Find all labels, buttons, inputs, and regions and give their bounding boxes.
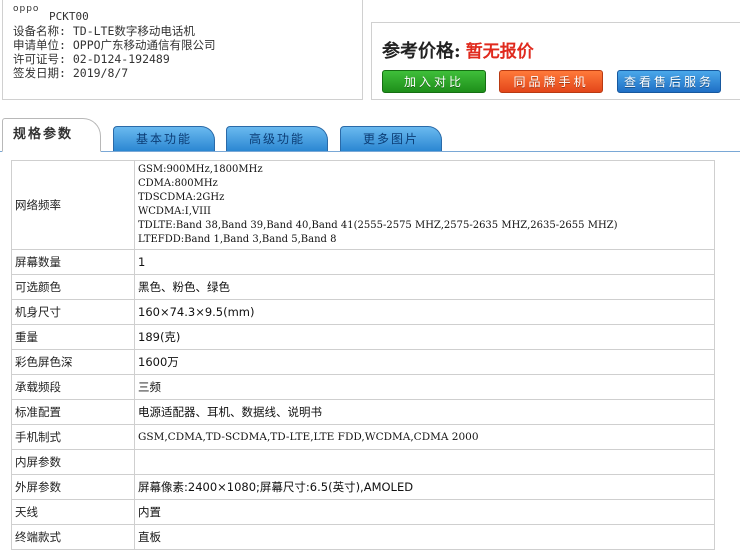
spec-value: 160×74.3×9.5(mm) xyxy=(134,299,715,325)
spec-value: 内置 xyxy=(134,499,715,525)
spec-value xyxy=(134,449,715,475)
price-panel: 参考价格: 暂无报价 加入对比 同品牌手机 查看售后服务 xyxy=(371,22,740,100)
network-line: TDLTE:Band 38,Band 39,Band 40,Band 41(25… xyxy=(138,220,618,231)
table-row: 外屏参数 屏幕像素:2400×1080;屏幕尺寸:6.5(英寸),AMOLED xyxy=(11,474,715,500)
spec-label: 机身尺寸 xyxy=(11,299,135,325)
spec-label: 终端款式 xyxy=(11,524,135,550)
tab-advanced-features[interactable]: 高级功能 xyxy=(226,126,328,151)
add-to-compare-button[interactable]: 加入对比 xyxy=(382,70,486,93)
spec-label: 标准配置 xyxy=(11,399,135,425)
spec-value: 1 xyxy=(134,249,715,275)
table-row: 标准配置 电源适配器、耳机、数据线、说明书 xyxy=(11,399,715,425)
model-code: PCKT00 xyxy=(49,10,89,23)
spec-label: 外屏参数 xyxy=(11,474,135,500)
device-info-lines: 设备名称: TD-LTE数字移动电话机 申请单位: OPPO广东移动通信有限公司… xyxy=(13,24,216,80)
spec-value: 黑色、粉色、绿色 xyxy=(134,274,715,300)
spec-label: 内屏参数 xyxy=(11,449,135,475)
table-row: 承载频段 三频 xyxy=(11,374,715,400)
table-row: 重量 189(克) xyxy=(11,324,715,350)
table-row: 网络频率 GSM:900MHz,1800MHz CDMA:800MHz TDSC… xyxy=(11,160,715,250)
device-name-line: 设备名称: TD-LTE数字移动电话机 xyxy=(13,24,195,38)
table-row: 机身尺寸 160×74.3×9.5(mm) xyxy=(11,299,715,325)
spec-label: 天线 xyxy=(11,499,135,525)
network-line: GSM:900MHz,1800MHz xyxy=(138,164,263,175)
spec-value: 三频 xyxy=(134,374,715,400)
tab-more-pictures[interactable]: 更多图片 xyxy=(340,126,442,151)
spec-value: 电源适配器、耳机、数据线、说明书 xyxy=(134,399,715,425)
spec-label: 手机制式 xyxy=(11,424,135,450)
spec-label: 彩色屏色深 xyxy=(11,349,135,375)
table-row: 手机制式 GSM,CDMA,TD-SCDMA,TD-LTE,LTE FDD,WC… xyxy=(11,424,715,450)
table-row: 天线 内置 xyxy=(11,499,715,525)
applicant-line: 申请单位: OPPO广东移动通信有限公司 xyxy=(13,38,216,52)
spec-label: 承载频段 xyxy=(11,374,135,400)
table-row: 彩色屏色深 1600万 xyxy=(11,349,715,375)
spec-value: 189(克) xyxy=(134,324,715,350)
table-row: 内屏参数 xyxy=(11,449,715,475)
table-row: 可选颜色 黑色、粉色、绿色 xyxy=(11,274,715,300)
same-brand-phones-button[interactable]: 同品牌手机 xyxy=(499,70,603,93)
spec-value: 屏幕像素:2400×1080;屏幕尺寸:6.5(英寸),AMOLED xyxy=(134,474,715,500)
spec-value: 直板 xyxy=(134,524,715,550)
price-row: 参考价格: 暂无报价 xyxy=(382,37,534,63)
tab-basic-features[interactable]: 基本功能 xyxy=(113,126,215,151)
network-line: LTEFDD:Band 1,Band 3,Band 5,Band 8 xyxy=(138,234,337,245)
issue-date-line: 签发日期: 2019/8/7 xyxy=(13,66,129,80)
spec-value: GSM,CDMA,TD-SCDMA,TD-LTE,LTE FDD,WCDMA,C… xyxy=(134,424,715,450)
spec-label: 可选颜色 xyxy=(11,274,135,300)
price-value: 暂无报价 xyxy=(465,42,534,62)
spec-label: 屏幕数量 xyxy=(11,249,135,275)
spec-value: 1600万 xyxy=(134,349,715,375)
network-line: TDSCDMA:2GHz xyxy=(138,192,225,203)
price-label: 参考价格: xyxy=(382,41,461,62)
device-info-panel: oppo PCKT00 设备名称: TD-LTE数字移动电话机 申请单位: OP… xyxy=(2,0,363,100)
table-row: 终端款式 直板 xyxy=(11,524,715,550)
network-line: WCDMA:I,VIII xyxy=(138,206,211,217)
spec-table: 网络频率 GSM:900MHz,1800MHz CDMA:800MHz TDSC… xyxy=(11,160,715,550)
license-line: 许可证号: 02-D124-192489 xyxy=(13,52,170,66)
spec-label: 网络频率 xyxy=(11,160,135,250)
brand-logo: oppo xyxy=(13,4,40,14)
after-sales-service-button[interactable]: 查看售后服务 xyxy=(617,70,721,93)
tab-specs[interactable]: 规格参数 xyxy=(2,118,101,152)
table-row: 屏幕数量 1 xyxy=(11,249,715,275)
spec-label: 重量 xyxy=(11,324,135,350)
spec-value-network: GSM:900MHz,1800MHz CDMA:800MHz TDSCDMA:2… xyxy=(134,160,715,250)
tab-bar: 规格参数 基本功能 高级功能 更多图片 xyxy=(0,118,740,152)
network-line: CDMA:800MHz xyxy=(138,178,218,189)
